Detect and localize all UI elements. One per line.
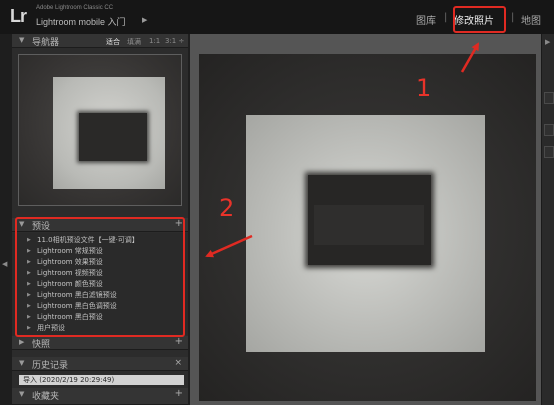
brand-menu-arrow-icon[interactable]: ▶ — [142, 16, 147, 24]
develop-canvas[interactable] — [190, 34, 541, 405]
left-panel-toggle-strip[interactable]: ◀ — [0, 34, 12, 405]
zoom-3-1[interactable]: 3:1 ÷ — [165, 37, 184, 45]
photo-inner-square — [308, 175, 431, 265]
navigator-title: 导航器 — [32, 38, 60, 48]
photo-frame — [246, 115, 485, 352]
zoom-fill[interactable]: 填满 — [127, 37, 141, 47]
brand-subtitle: Adobe Lightroom Classic CC — [36, 5, 114, 11]
zoom-fit[interactable]: 适合 — [106, 37, 120, 47]
module-separator: | — [444, 12, 448, 23]
brand-title[interactable]: Lightroom mobile 入门 — [36, 15, 126, 28]
collections-header[interactable]: ▼ 收藏夹 + — [12, 388, 188, 405]
right-panel-tab[interactable] — [544, 146, 554, 158]
collapse-triangle-icon[interactable]: ▼ — [19, 359, 24, 367]
preview-frame — [53, 77, 165, 189]
photo-inner-shade — [314, 205, 424, 245]
navigator-preview[interactable] — [18, 54, 182, 206]
snapshots-header[interactable]: ▶ 快照 + — [12, 336, 188, 350]
collapse-left-arrow-icon[interactable]: ◀ — [2, 260, 7, 268]
annotation-number-1: 1 — [416, 74, 432, 102]
module-separator: | — [511, 12, 515, 23]
history-title: 历史记录 — [32, 361, 69, 371]
expand-right-arrow-icon[interactable]: ▶ — [545, 38, 550, 46]
zoom-1-1[interactable]: 1:1 — [149, 37, 160, 45]
highlight-box-develop — [453, 6, 506, 33]
history-entry[interactable]: 导入 (2020/2/19 20:29:49) — [19, 375, 184, 385]
snapshots-title: 快照 — [32, 340, 51, 350]
add-snapshot-icon[interactable]: + — [175, 336, 183, 347]
right-panel-tab[interactable] — [544, 124, 554, 136]
right-panel-strip[interactable]: ▶ — [541, 34, 554, 405]
module-map[interactable]: 地图 — [521, 12, 541, 27]
collections-title: 收藏夹 — [32, 392, 60, 402]
lightroom-logo: Lr — [10, 6, 27, 26]
clear-history-icon[interactable]: × — [174, 358, 182, 368]
highlight-box-presets — [15, 217, 185, 337]
collapse-triangle-icon[interactable]: ▼ — [19, 390, 24, 398]
preview-inner-square — [79, 113, 147, 161]
module-library[interactable]: 图库 — [416, 12, 436, 27]
navigator-header[interactable]: ▼ 导航器 适合 填满 1:1 3:1 ÷ — [12, 34, 188, 48]
expand-triangle-icon[interactable]: ▶ — [19, 338, 24, 346]
annotation-number-2: 2 — [219, 194, 235, 222]
collapse-triangle-icon[interactable]: ▼ — [19, 36, 24, 44]
history-header[interactable]: ▼ 历史记录 × — [12, 357, 188, 371]
right-panel-tab[interactable] — [544, 92, 554, 104]
photo-view[interactable] — [199, 54, 536, 401]
history-entry-label: 导入 (2020/2/19 20:29:49) — [23, 376, 115, 384]
add-collection-icon[interactable]: + — [175, 388, 183, 399]
